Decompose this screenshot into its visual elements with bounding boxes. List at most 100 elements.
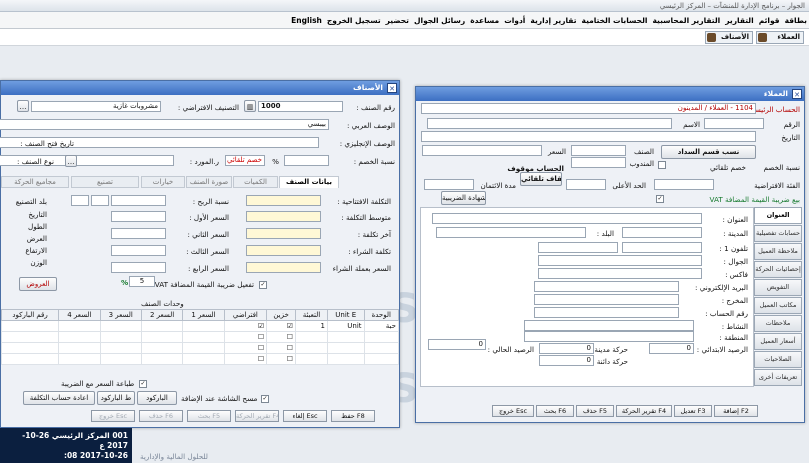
tab-permissions[interactable]: الصلاحيات [754,351,802,368]
tab-movement-groups[interactable]: مجاميع الحركة [1,176,69,188]
menu-item-admin-reports[interactable]: تقارير إدارية [530,16,576,25]
average-cost-input[interactable] [246,211,321,222]
phone1-input[interactable] [622,242,702,253]
menu-item-reports[interactable]: التقارير [725,16,753,25]
tab-detailed-accounts[interactable]: حسابات تفصيلية [754,225,802,242]
email-input[interactable] [534,281,679,292]
lookup-supplier-button[interactable]: … [65,155,77,167]
price4-input[interactable] [111,262,166,273]
menu-item-final-accounts[interactable]: الحسابات الختامية [582,16,648,25]
tab-movement-stats[interactable]: إحصائيات الحركة [754,261,802,278]
payment-model-button[interactable]: نسب قسم السداد [661,145,756,159]
menu-item-accounting-reports[interactable]: التقارير المحاسبية [652,16,720,25]
mobile-input[interactable] [538,255,702,266]
tab-item-image[interactable]: صورة الصنف [186,176,232,188]
auto-discount-field[interactable]: خصم تلقائي [225,155,265,166]
profit-extra-input[interactable] [91,195,109,206]
credit-limit-input[interactable] [566,179,606,190]
menu-item-help[interactable]: مساعدة [470,16,499,25]
tab-manufacturing[interactable]: تصنيع [71,176,139,188]
lookup-button[interactable]: … [17,100,29,112]
recalc-cost-button[interactable]: اعادة حساب التكلفة [23,391,95,405]
table-row[interactable]: ☐ ☐ [0,331,400,343]
search-button[interactable]: بحث F6 [536,405,574,417]
credit-period-input[interactable] [424,179,474,190]
menu-item-tools[interactable]: أدوات [504,16,525,25]
number-input[interactable] [704,118,764,129]
cell-price3[interactable] [99,320,142,332]
item-code-input[interactable]: 1000 [258,101,343,112]
edit-button[interactable]: تعديل F3 [674,405,712,417]
city-input[interactable] [622,227,702,238]
price1-input[interactable] [111,211,166,222]
purchase-cost-input[interactable] [246,245,321,256]
opening-cost-input[interactable] [246,195,321,206]
tab-options[interactable]: خيارات [141,176,185,188]
print-barcode-button[interactable]: ط الباركود [97,391,135,405]
tab-notes[interactable]: ملاحظات [754,315,802,332]
menu-item-english[interactable]: English [291,16,322,25]
close-icon[interactable]: ✕ [792,89,802,99]
exit-button[interactable]: خروج Esc [492,405,534,417]
save-button[interactable]: حفظ F8 [331,410,375,422]
close-icon[interactable]: ✕ [387,83,397,93]
default-class-input[interactable]: مشروبات غازية [31,101,161,112]
main-account-input[interactable]: 1104 - العملاء / المدينون [421,103,756,114]
vat-checkbox[interactable]: ✓ [259,281,267,289]
name-input[interactable] [427,118,672,129]
tab-item-data[interactable]: بيانات الصنف [279,176,339,188]
menu-item-sms[interactable]: رسائل الجوال [414,16,465,25]
country-input[interactable] [436,227,586,238]
menu-item-attendance[interactable]: تحضير [386,16,409,25]
barcode-icon[interactable]: ▥ [244,100,256,112]
offers-button[interactable]: العروض [19,277,57,291]
dock-items-button[interactable]: الأصناف [705,31,753,44]
opening-balance-input[interactable]: 0 [649,343,694,354]
tax-certificate-button[interactable]: الشهادة الضريبية [441,191,486,205]
movement-report-button[interactable]: تقرير الحركة F4 [616,405,672,417]
cell-unit-e[interactable]: Unit [326,320,365,332]
phone2-input[interactable] [538,242,618,253]
rep-input[interactable] [571,157,626,168]
tab-authorization[interactable]: التفويض [754,279,802,296]
arabic-desc-input[interactable]: بيبسي [0,119,329,130]
table-row[interactable]: ☐ ☐ [0,342,400,354]
price-input[interactable] [422,145,542,156]
add-button[interactable]: إضافة F2 [714,405,758,417]
cell-pack[interactable]: 1 [295,320,328,332]
table-row[interactable]: ☐ ☐ [0,353,400,365]
activity-input[interactable] [524,320,694,331]
tab-quantities[interactable]: الكميات [233,176,278,188]
vat-rate-input[interactable]: 5 [129,276,155,287]
menu-item-card[interactable]: بطاقة [785,16,807,25]
barcode-button[interactable]: الباركود [137,391,177,405]
tab-customer-prices[interactable]: أسعار العميل [754,333,802,350]
menu-item-logout[interactable]: تسجيل الخروج [327,16,381,25]
table-row[interactable]: حبة Unit 1 ☑ ☑ [0,320,400,332]
auto-disc-checkbox[interactable] [658,161,666,169]
dock-customers-button[interactable]: العملاء [756,31,804,44]
price3-input[interactable] [111,245,166,256]
tab-customer-offices[interactable]: مكاتب العميل [754,297,802,314]
profit-extra-input-2[interactable] [71,195,89,206]
debit-movement-input[interactable]: 0 [539,343,594,354]
delete-button[interactable]: حذف F5 [576,405,614,417]
address-input[interactable] [432,213,702,224]
price2-input[interactable] [111,228,166,239]
cell-price1[interactable] [182,320,225,332]
tab-other-definitions[interactable]: تعريفات أخرى [754,369,802,386]
profit-rate-input[interactable] [111,195,166,206]
discount-input[interactable] [284,155,329,166]
print-with-tax-checkbox[interactable]: ✓ [139,380,147,388]
cancel-button[interactable]: إلغاء Esc [283,410,327,422]
tab-customer-note[interactable]: ملاحظة العميل [754,243,802,260]
cell-unit[interactable]: حبة [363,320,400,332]
cell-price2[interactable] [140,320,184,332]
exit-button[interactable]: خروج Esc [91,410,135,422]
credit-movement-input[interactable]: 0 [539,355,594,366]
delete-button[interactable]: حذف F6 [139,410,183,422]
tab-address[interactable]: العنوان [754,207,802,224]
search-button[interactable]: بحث F5 [187,410,231,422]
purchase-currency-price-input[interactable] [246,262,321,273]
date-input[interactable] [421,131,756,142]
